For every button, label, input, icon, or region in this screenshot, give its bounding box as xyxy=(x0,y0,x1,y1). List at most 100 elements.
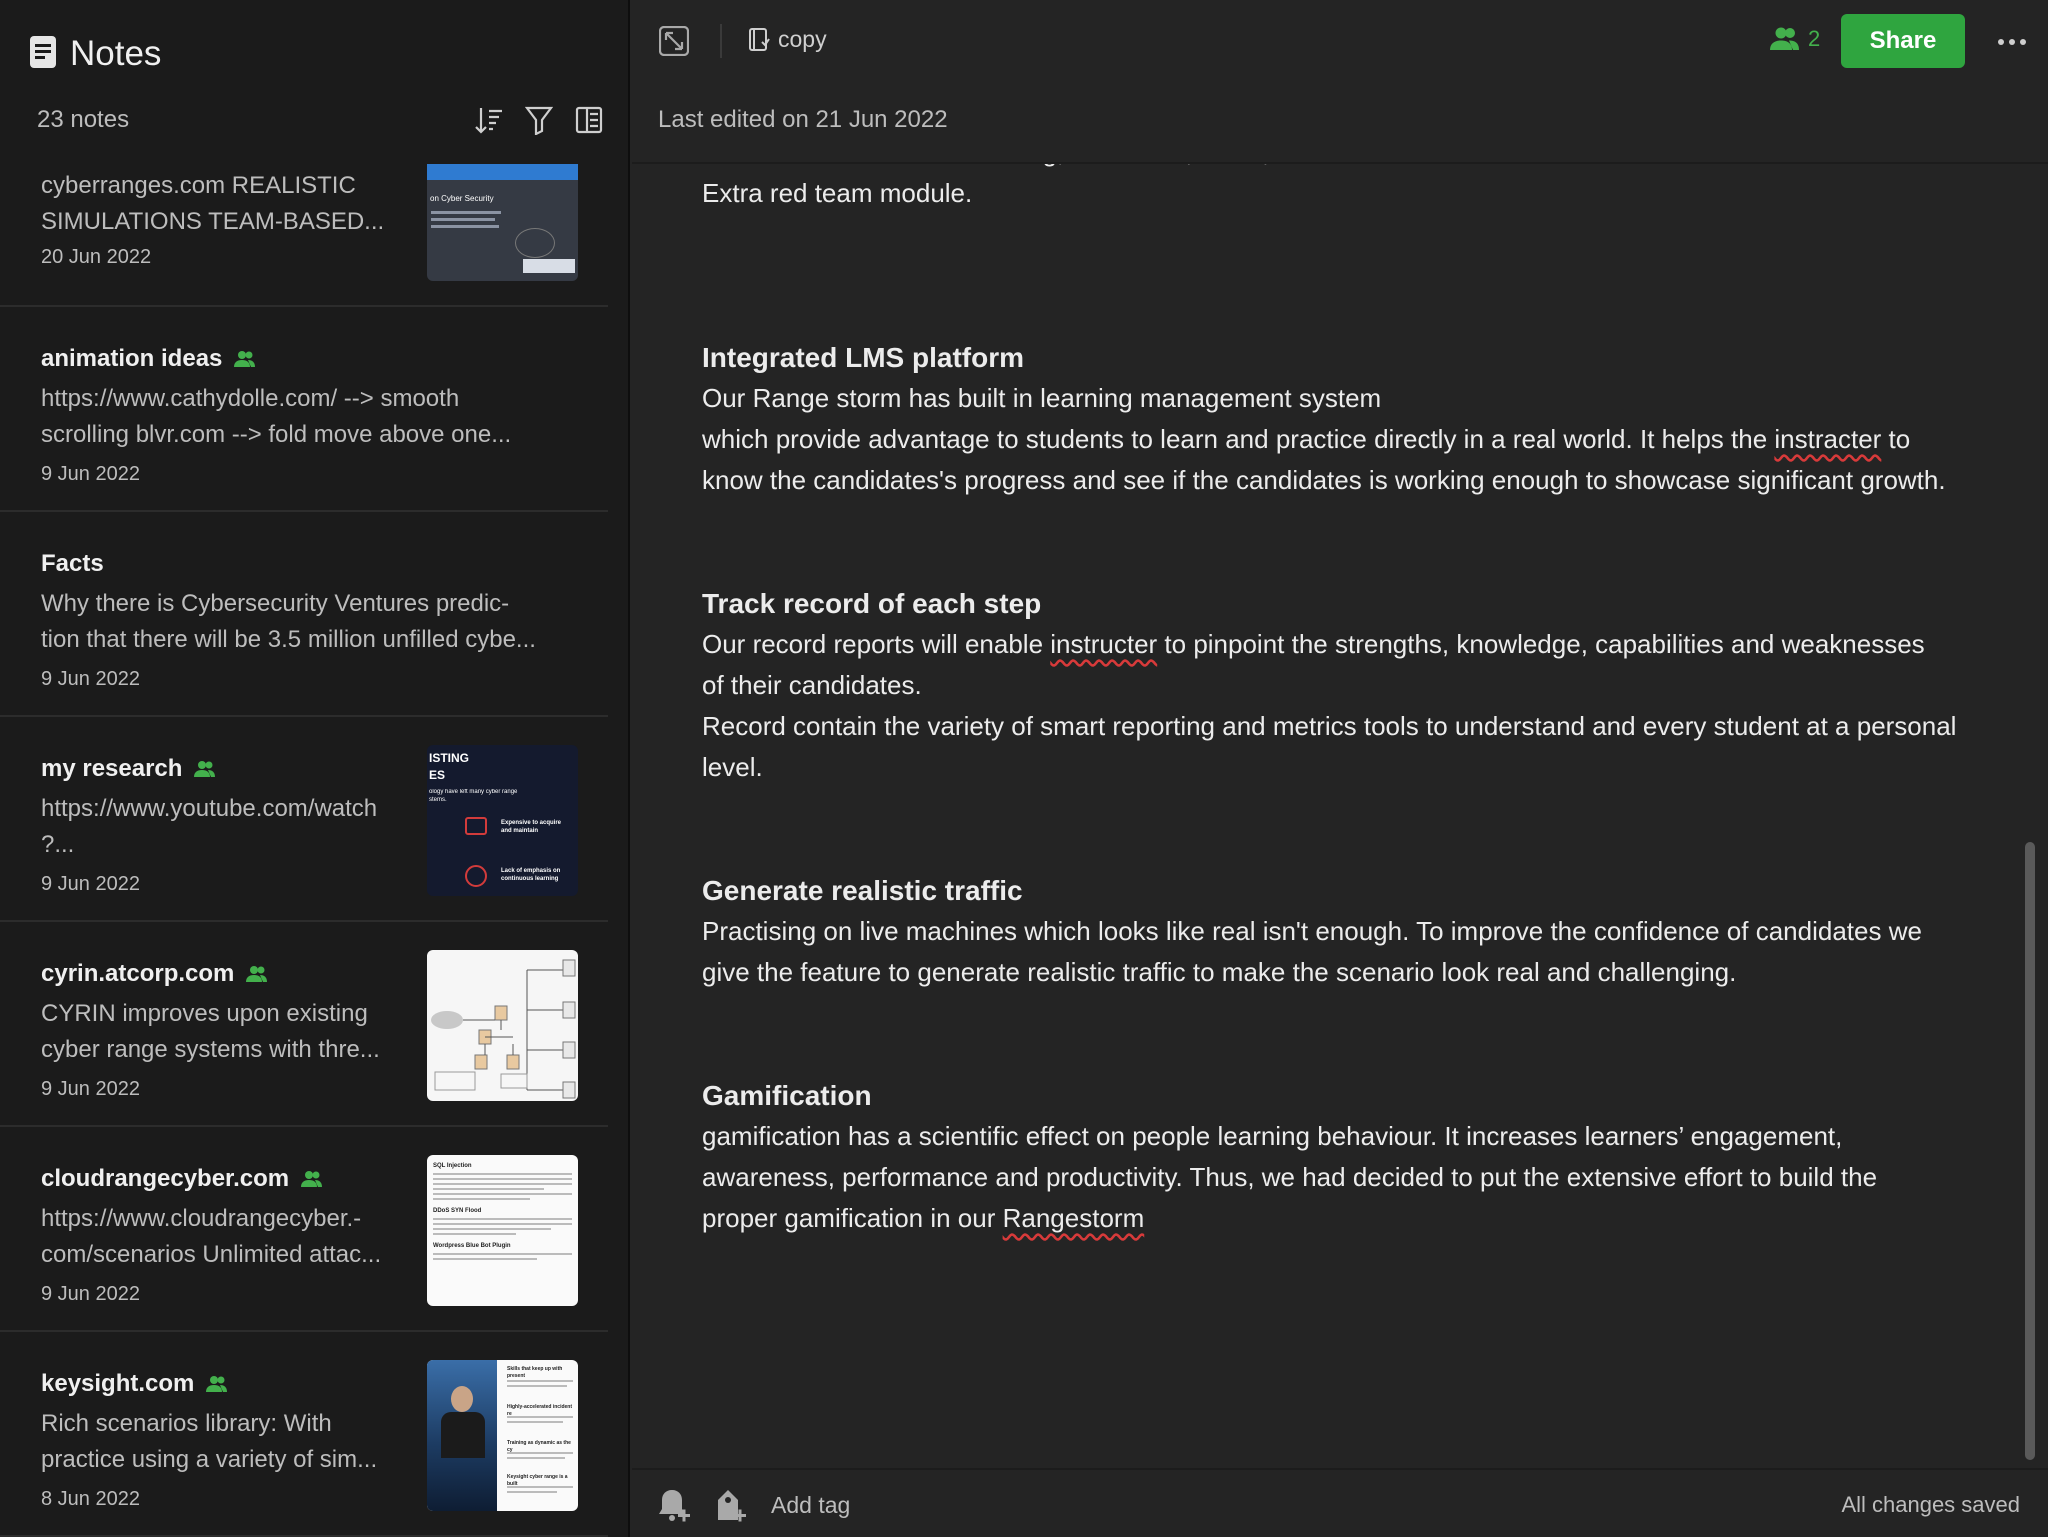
note-title: Facts xyxy=(41,550,104,578)
notebook-name: copy xyxy=(778,26,827,52)
notebook-icon xyxy=(749,27,770,51)
shared-icon xyxy=(301,1170,323,1188)
body-line: awareness, performance and productivity.… xyxy=(702,1162,1878,1192)
network-diagram-icon xyxy=(431,959,576,1099)
bell-plus-icon xyxy=(659,1490,690,1522)
thumbnail-caption: ISTING xyxy=(429,751,470,765)
body-line: Our Range storm has built in learning ma… xyxy=(702,383,1382,413)
notebook-selector[interactable]: copy xyxy=(748,26,827,53)
editor-toolbar: copy 2 Share Last edited on 21 Jun 2022 xyxy=(632,0,2048,164)
shared-icon xyxy=(246,965,268,983)
note-body[interactable]: Generate realistic traffic for e.g; Face… xyxy=(702,154,1982,1239)
note-title: my research xyxy=(41,755,216,783)
expand-button[interactable] xyxy=(658,25,690,57)
section-heading: Integrated LMS platform xyxy=(702,342,1025,373)
collaborators-button[interactable]: 2 xyxy=(1770,26,1820,52)
note-snippet: cyberranges.com REALISTIC SIMULATIONS TE… xyxy=(41,172,385,235)
editor-scrollbar[interactable] xyxy=(2025,842,2035,1460)
body-line: which provide advantage to students to l… xyxy=(702,419,1982,460)
text-run: Our record reports will enable xyxy=(702,629,1051,659)
note-date: 8 Jun 2022 xyxy=(41,1488,140,1510)
note-thumbnail xyxy=(427,950,578,1101)
body-line: level. xyxy=(702,752,763,782)
note-snippet: Rich scenarios library: With practice us… xyxy=(41,1410,378,1473)
list-item[interactable]: cloudrangecyber.com https://www.cloudran… xyxy=(0,1127,608,1332)
list-item[interactable]: animation ideas https://www.cathydolle.c… xyxy=(0,307,608,512)
note-title-text: cyrin.atcorp.com xyxy=(41,960,235,987)
sort-button[interactable] xyxy=(474,104,504,136)
more-icon xyxy=(1998,39,2026,45)
text-run: proper gamification in our xyxy=(702,1203,1003,1233)
note-title-text: my research xyxy=(41,755,183,782)
note-title: animation ideas xyxy=(41,345,256,373)
misspelled-word[interactable]: Rangestorm xyxy=(1003,1203,1145,1233)
share-button[interactable]: Share xyxy=(1841,14,1965,68)
note-title-text: animation ideas xyxy=(41,345,223,372)
note-title: cloudrangecyber.com xyxy=(41,1165,323,1193)
list-item[interactable]: keysight.com Rich scenarios library: Wit… xyxy=(0,1332,608,1537)
list-item[interactable]: my research https://www.youtube.com/watc… xyxy=(0,717,608,922)
note-title-text: keysight.com xyxy=(41,1370,195,1397)
notes-list: cyberranges.com REALISTIC SIMULATIONS TE… xyxy=(0,162,608,1537)
people-icon xyxy=(1770,27,1799,50)
sidebar-tools xyxy=(474,104,604,136)
section-heading: Track record of each step xyxy=(702,588,1042,619)
thumbnail-caption: SQL Injection xyxy=(433,1163,472,1169)
note-snippet: https://www.youtube.com/watch ?... xyxy=(41,795,378,858)
photo-icon xyxy=(427,1360,497,1511)
sidebar-title-text: Notes xyxy=(70,34,162,73)
note-snippet: https://www.cloudrangecyber.- com/scenar… xyxy=(41,1205,382,1268)
reminder-button[interactable] xyxy=(658,1488,692,1524)
note-date: 20 Jun 2022 xyxy=(41,246,152,268)
list-item[interactable]: cyberranges.com REALISTIC SIMULATIONS TE… xyxy=(0,162,608,307)
thumbnail-caption: ology have left many cyber range xyxy=(429,789,518,795)
body-line: gamification has a scientific effect on … xyxy=(702,1121,1843,1151)
thumbnail-caption: stems. xyxy=(429,797,447,803)
editor-footer: Add tag All changes saved xyxy=(632,1468,2048,1537)
list-item[interactable]: cyrin.atcorp.com CYRIN improves upon exi… xyxy=(0,922,608,1127)
more-options-button[interactable] xyxy=(1992,22,2032,62)
body-line: Extra red team module. xyxy=(702,178,973,208)
save-status: All changes saved xyxy=(1841,1492,2020,1517)
thumbnail-caption: Expensive to acquire and maintain xyxy=(501,820,562,834)
note-title: cyrin.atcorp.com xyxy=(41,960,268,988)
text-run: to xyxy=(1881,424,1911,454)
thumbnail-caption: DDoS SYN Flood xyxy=(433,1208,482,1214)
add-tag-input[interactable]: Add tag xyxy=(771,1492,850,1519)
note-thumbnail: SQL Injection DDoS SYN Flood Wordpress B… xyxy=(427,1155,578,1306)
thumbnail-caption: ES xyxy=(429,768,446,782)
section-heading: Gamification xyxy=(702,1080,872,1111)
list-item[interactable]: Facts Why there is Cybersecurity Venture… xyxy=(0,512,608,717)
notes-count: 23 notes xyxy=(37,106,130,133)
shared-icon xyxy=(206,1375,228,1393)
body-line: give the feature to generate realistic t… xyxy=(702,957,1737,987)
view-options-button[interactable] xyxy=(574,104,604,136)
note-title-text: Facts xyxy=(41,550,104,577)
note-thumbnail: ISTING ES ology have left many cyber ran… xyxy=(427,745,578,896)
misspelled-word[interactable]: instructer xyxy=(1050,629,1157,659)
thumbnail-caption: Skills that keep up with present xyxy=(507,1366,563,1379)
section-heading: Generate realistic traffic xyxy=(702,875,1023,906)
body-line: of their candidates. xyxy=(702,670,922,700)
thumbnail-caption: Lack of emphasis on continuous learning xyxy=(501,868,561,882)
note-thumbnail: on Cyber Security xyxy=(427,162,578,281)
body-line: Record contain the variety of smart repo… xyxy=(702,711,1957,741)
note-title: keysight.com xyxy=(41,1370,228,1398)
note-thumbnail: Skills that keep up with present Highly-… xyxy=(427,1360,578,1511)
note-snippet: CYRIN improves upon existing cyber range… xyxy=(41,1000,380,1063)
shared-icon xyxy=(234,350,256,368)
last-edited-label: Last edited on 21 Jun 2022 xyxy=(658,106,948,133)
note-snippet: Why there is Cybersecurity Ventures pred… xyxy=(41,590,536,653)
body-line: know the candidates's progress and see i… xyxy=(702,465,1946,495)
note-date: 9 Jun 2022 xyxy=(41,463,140,485)
sort-icon xyxy=(475,108,502,134)
tag-plus-icon xyxy=(718,1490,746,1522)
filter-button[interactable] xyxy=(524,104,554,136)
note-date: 9 Jun 2022 xyxy=(41,1283,140,1305)
note-snippet: https://www.cathydolle.com/ --> smooth s… xyxy=(41,385,512,448)
text-run: which provide advantage to students to l… xyxy=(702,424,1775,454)
add-tag-button[interactable] xyxy=(714,1488,748,1524)
notes-icon xyxy=(30,35,56,73)
misspelled-word[interactable]: instracter xyxy=(1774,424,1881,454)
layout-icon xyxy=(575,106,603,134)
